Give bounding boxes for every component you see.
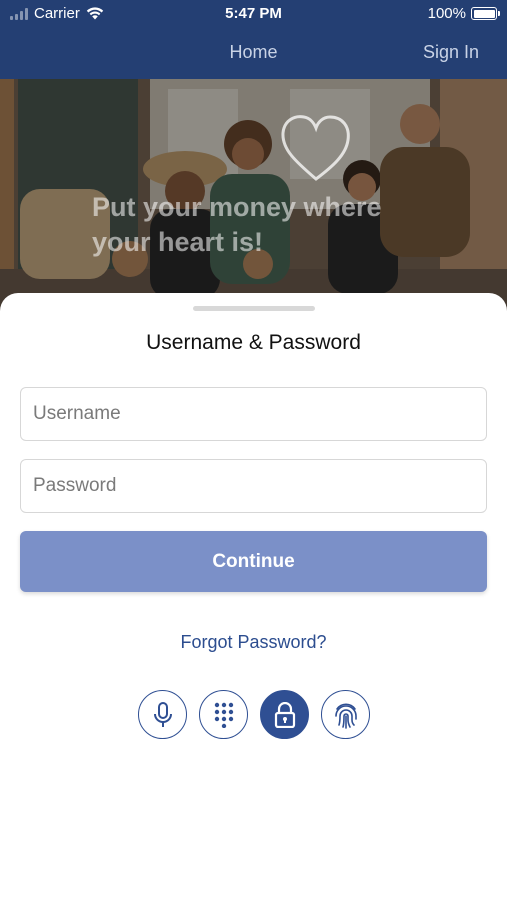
hero-banner: Put your money where your heart is!	[0, 79, 507, 319]
keypad-icon	[214, 702, 233, 728]
login-title: Username & Password	[146, 331, 361, 354]
fingerprint-login-button[interactable]	[321, 690, 370, 739]
app-header: Carrier 5:47 PM 100% Home Sign In	[0, 0, 507, 79]
microphone-icon	[153, 701, 172, 727]
pin-login-button[interactable]	[199, 690, 248, 739]
sign-in-link[interactable]: Sign In	[423, 42, 479, 63]
voice-login-button[interactable]	[138, 690, 187, 739]
password-field[interactable]	[20, 459, 487, 513]
status-right: 100%	[427, 5, 500, 22]
battery-percent: 100%	[427, 5, 466, 22]
sheet-handle[interactable]	[193, 306, 315, 311]
lock-icon	[274, 701, 295, 728]
hero-tagline: Put your money where your heart is!	[92, 192, 382, 257]
continue-button[interactable]: Continue	[20, 531, 487, 592]
battery-icon	[471, 7, 500, 20]
fingerprint-icon	[334, 703, 357, 729]
username-field[interactable]	[20, 387, 487, 441]
heart-icon	[281, 115, 350, 181]
forgot-password-link[interactable]: Forgot Password?	[0, 632, 507, 653]
login-sheet: Username & Password Continue Forgot Pass…	[0, 293, 507, 900]
password-login-button[interactable]	[260, 690, 309, 739]
status-bar: Carrier 5:47 PM 100%	[0, 0, 507, 30]
